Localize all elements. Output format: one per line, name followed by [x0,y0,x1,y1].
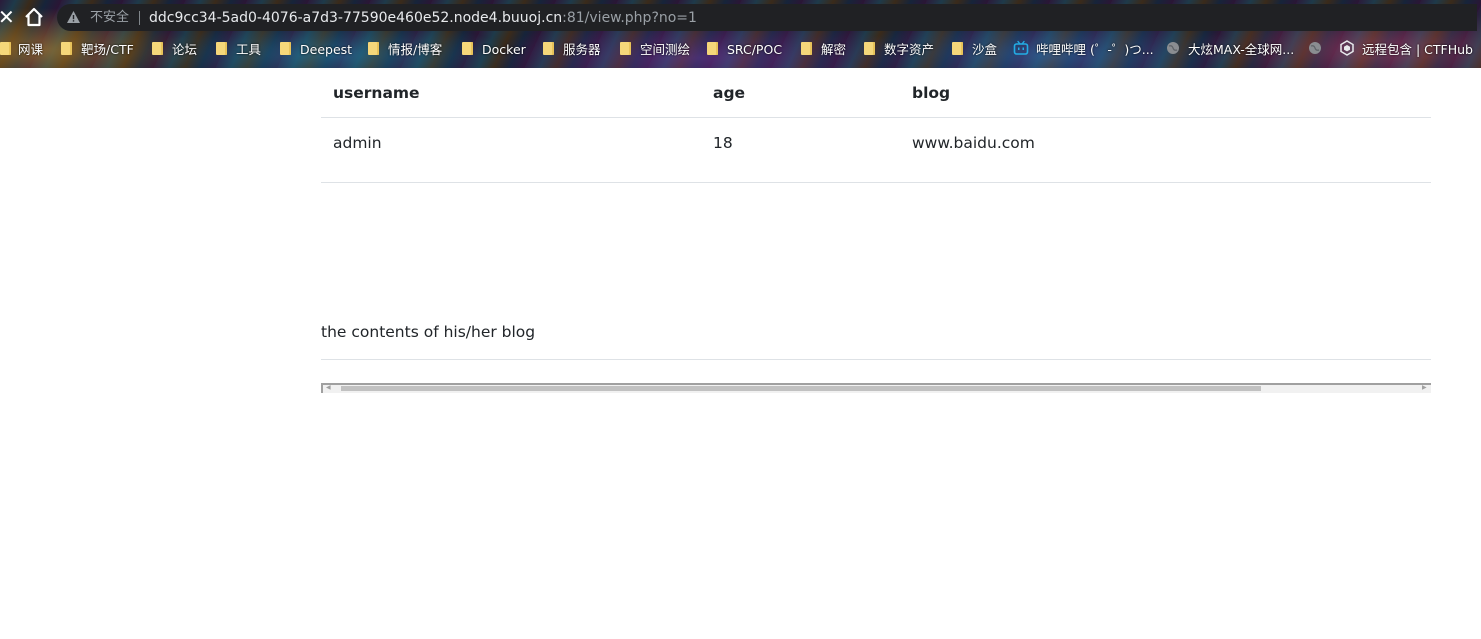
ctfhub-icon [1340,40,1354,56]
folder-icon [620,42,631,55]
bookmark-decrypt[interactable]: 解密 [821,41,846,59]
bookmark-ctfhub[interactable]: 远程包含 | CTFHub [1362,41,1473,59]
bookmark-docker[interactable]: Docker [482,41,526,59]
scrollbar-thumb[interactable] [341,386,1261,391]
globe-icon [1167,42,1179,54]
bookmarks-bar: 网课 靶场/CTF 论坛 工具 Deepest 情报/博客 Docker 服务器… [0,36,1481,64]
folder-icon [801,42,812,55]
folder-icon [216,42,227,55]
header-blog: blog [912,84,951,102]
user-table: username age blog admin 18 www.baidu.com [321,68,1431,183]
folder-icon [0,42,11,55]
cell-blog: www.baidu.com [912,134,1035,152]
bookmark-ctf-range[interactable]: 靶场/CTF [81,41,134,59]
close-icon[interactable]: ✕ [0,5,15,29]
home-icon[interactable] [23,6,45,28]
bookmark-src-poc[interactable]: SRC/POC [727,41,782,59]
warning-icon[interactable] [66,10,81,24]
blog-iframe[interactable]: ◀ ▶ [321,383,1431,393]
bookmark-digital-assets[interactable]: 数字资产 [884,41,934,59]
bookmark-tools[interactable]: 工具 [236,41,261,59]
header-username: username [333,84,420,102]
content-divider [321,359,1431,360]
bookmark-servers[interactable]: 服务器 [563,41,601,59]
folder-icon [952,42,963,55]
header-age: age [713,84,746,102]
folder-icon [707,42,718,55]
browser-chrome: ✕ 不安全 ddc9cc34-5ad0-4076-a7d3-77590e460e… [0,0,1481,68]
cell-age: 18 [713,134,733,152]
bookmark-wangke[interactable]: 网课 [18,41,43,59]
security-label[interactable]: 不安全 [90,9,129,27]
bookmark-space-mapping[interactable]: 空间测绘 [640,41,690,59]
address-bar[interactable]: 不安全 ddc9cc34-5ad0-4076-a7d3-77590e460e52… [57,4,1477,31]
bookmark-bilibili[interactable]: 哔哩哔哩 (゜-゜)つ... [1036,41,1154,59]
folder-icon [61,42,72,55]
cell-username: admin [333,134,382,152]
url-host: ddc9cc34-5ad0-4076-a7d3-77590e460e52.nod… [149,10,563,26]
scroll-right-icon[interactable]: ▶ [1422,385,1428,391]
globe-icon [1309,42,1321,54]
bilibili-icon [1013,40,1029,55]
table-header-row: username age blog [321,68,1431,118]
horizontal-scrollbar[interactable]: ◀ ▶ [323,385,1431,393]
browser-toolbar: ✕ 不安全 ddc9cc34-5ad0-4076-a7d3-77590e460e… [0,0,1481,34]
folder-icon [368,42,379,55]
url-path: :81/view.php?no=1 [562,10,697,26]
bookmark-intel-blog[interactable]: 情报/博客 [388,41,442,59]
folder-icon [280,42,291,55]
folder-icon [864,42,875,55]
scroll-left-icon[interactable]: ◀ [326,385,332,391]
url-text[interactable]: ddc9cc34-5ad0-4076-a7d3-77590e460e52.nod… [149,8,697,28]
address-separator [139,11,140,25]
folder-icon [462,42,473,55]
table-row: admin 18 www.baidu.com [321,118,1431,183]
blog-contents-label: the contents of his/her blog [321,323,536,341]
bookmark-deepest[interactable]: Deepest [300,41,352,59]
bookmark-forum[interactable]: 论坛 [172,41,197,59]
bookmark-daxuan-max[interactable]: 大炫MAX-全球网... [1188,41,1294,59]
bookmark-sandbox[interactable]: 沙盒 [972,41,997,59]
folder-icon [543,42,554,55]
folder-icon [152,42,163,55]
